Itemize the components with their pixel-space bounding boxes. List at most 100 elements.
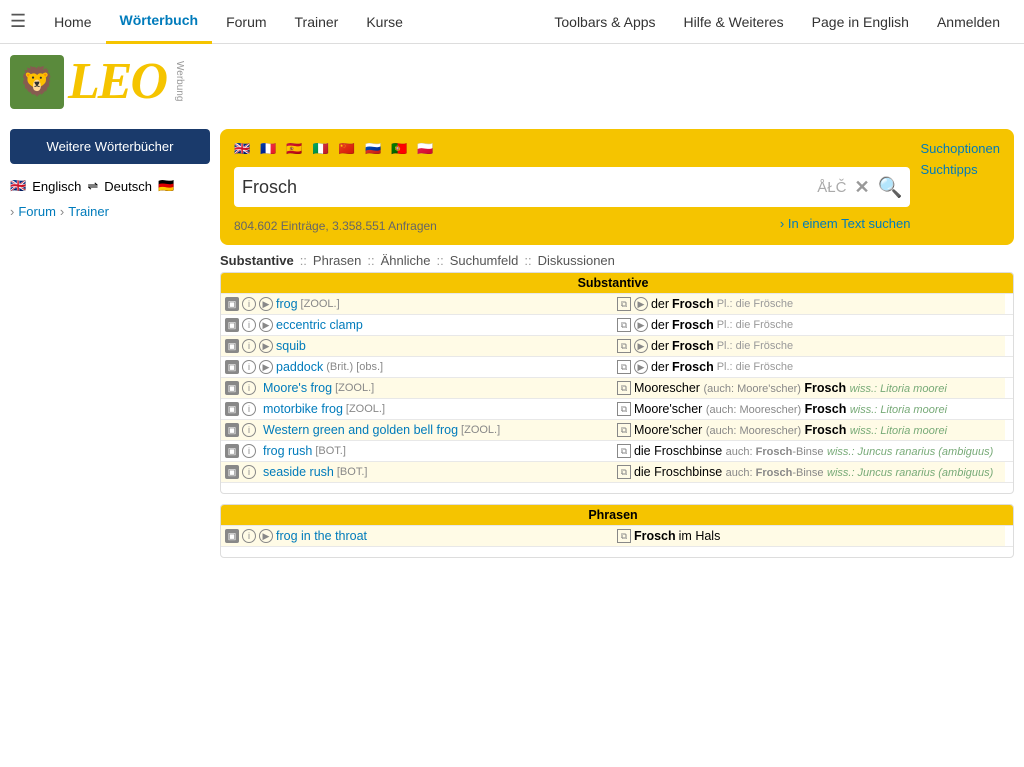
info-icon[interactable]: i bbox=[242, 444, 256, 458]
search-input[interactable] bbox=[242, 177, 809, 198]
save-icon[interactable]: ▣ bbox=[225, 423, 239, 437]
de-text: Moore'scher (auch: Moorescher) Frosch wi… bbox=[634, 423, 947, 437]
nav-forum[interactable]: Forum bbox=[212, 0, 280, 44]
play-de-icon[interactable]: ▶ bbox=[634, 318, 648, 332]
play-icon[interactable]: ▶ bbox=[259, 339, 273, 353]
copy-icon[interactable]: ⧉ bbox=[617, 381, 631, 395]
copy-icon[interactable]: ⧉ bbox=[617, 465, 631, 479]
en-term[interactable]: frog in the throat bbox=[276, 529, 367, 543]
nav-kurse[interactable]: Kurse bbox=[352, 0, 417, 44]
flag-pt-btn[interactable]: 🇵🇹 bbox=[391, 141, 407, 157]
en-term[interactable]: frog bbox=[276, 297, 298, 311]
de-term: Frosch bbox=[672, 297, 714, 311]
info-icon[interactable]: i bbox=[242, 360, 256, 374]
copy-icon[interactable]: ⧉ bbox=[617, 402, 631, 416]
play-de-icon[interactable]: ▶ bbox=[634, 339, 648, 353]
de-article: der bbox=[651, 360, 669, 374]
info-icon[interactable]: i bbox=[242, 423, 256, 437]
copy-icon[interactable]: ⧉ bbox=[617, 444, 631, 458]
play-de-icon[interactable]: ▶ bbox=[634, 360, 648, 374]
weitere-worterbuecher-button[interactable]: Weitere Wörterbücher bbox=[10, 129, 210, 164]
tag-bot: [BOT.] bbox=[315, 445, 346, 457]
play-icon[interactable]: ▶ bbox=[259, 529, 273, 543]
sidebar-forum-link[interactable]: Forum bbox=[18, 204, 56, 219]
copy-icon[interactable]: ⧉ bbox=[617, 360, 631, 374]
results-tabs: Substantive :: Phrasen :: Ähnliche :: Su… bbox=[220, 245, 1014, 272]
info-icon[interactable]: i bbox=[242, 465, 256, 479]
flag-cn-btn[interactable]: 🇨🇳 bbox=[339, 141, 355, 157]
nav-hilfe[interactable]: Hilfe & Weiteres bbox=[670, 0, 798, 44]
flag-fr-btn[interactable]: 🇫🇷 bbox=[260, 141, 276, 157]
play-de-icon[interactable]: ▶ bbox=[634, 297, 648, 311]
save-icon[interactable]: ▣ bbox=[225, 339, 239, 353]
de-term: Frosch bbox=[672, 339, 714, 353]
nav-toolbars[interactable]: Toolbars & Apps bbox=[540, 0, 669, 44]
info-icon[interactable]: i bbox=[242, 529, 256, 543]
table-row: ▣ i motorbike frog [ZOOL.] ⧉ Moore'scher… bbox=[221, 399, 1013, 420]
copy-icon[interactable]: ⧉ bbox=[617, 339, 631, 353]
copy-icon[interactable]: ⧉ bbox=[617, 297, 631, 311]
save-icon[interactable]: ▣ bbox=[225, 360, 239, 374]
en-term[interactable]: paddock bbox=[276, 360, 323, 374]
save-icon[interactable]: ▣ bbox=[225, 402, 239, 416]
tab-phrasen[interactable]: Phrasen bbox=[313, 253, 361, 268]
en-term[interactable]: Western green and golden bell frog bbox=[263, 423, 458, 437]
nav-english[interactable]: Page in English bbox=[798, 0, 923, 44]
sidebar-links: › Forum › Trainer bbox=[10, 198, 210, 225]
save-icon[interactable]: ▣ bbox=[225, 381, 239, 395]
en-term[interactable]: seaside rush bbox=[263, 465, 334, 479]
en-term[interactable]: frog rush bbox=[263, 444, 312, 458]
search-stats: 804.602 Einträge, 3.358.551 Anfragen bbox=[234, 219, 437, 233]
substantive-section: Substantive ▣ i ▶ frog [ZOOL.] bbox=[220, 272, 1014, 494]
hamburger-icon[interactable]: ☰ bbox=[10, 11, 26, 32]
info-icon[interactable]: i bbox=[242, 297, 256, 311]
sidebar-trainer-link[interactable]: Trainer bbox=[68, 204, 109, 219]
en-term[interactable]: motorbike frog bbox=[263, 402, 343, 416]
copy-icon[interactable]: ⧉ bbox=[617, 529, 631, 543]
flag-row: 🇬🇧 🇫🇷 🇪🇸 🇮🇹 🇨🇳 🇷🇺 🇵🇹 🇵🇱 bbox=[234, 141, 910, 157]
special-chars-button[interactable]: ÅŁČ bbox=[817, 179, 846, 196]
search-bottom-row: 804.602 Einträge, 3.358.551 Anfragen › I… bbox=[234, 213, 910, 233]
save-icon[interactable]: ▣ bbox=[225, 318, 239, 332]
copy-icon[interactable]: ⧉ bbox=[617, 318, 631, 332]
en-term[interactable]: Moore's frog bbox=[263, 381, 332, 395]
save-icon[interactable]: ▣ bbox=[225, 297, 239, 311]
save-icon[interactable]: ▣ bbox=[225, 529, 239, 543]
pl-text: Pl.: die Frösche bbox=[717, 298, 793, 310]
de-article: der bbox=[651, 297, 669, 311]
nav-anmelden[interactable]: Anmelden bbox=[923, 0, 1014, 44]
clear-button[interactable]: ✕ bbox=[854, 177, 869, 198]
save-icon[interactable]: ▣ bbox=[225, 465, 239, 479]
tag-zool: [ZOOL.] bbox=[335, 382, 374, 394]
nav-worterbuch[interactable]: Wörterbuch bbox=[106, 0, 213, 44]
info-icon[interactable]: i bbox=[242, 339, 256, 353]
play-icon[interactable]: ▶ bbox=[259, 297, 273, 311]
play-icon[interactable]: ▶ bbox=[259, 360, 273, 374]
suchtipps-link[interactable]: Suchtipps bbox=[920, 162, 1000, 177]
phrasen-header: Phrasen bbox=[221, 505, 1005, 526]
en-term[interactable]: squib bbox=[276, 339, 306, 353]
nav-home[interactable]: Home bbox=[40, 0, 105, 44]
en-term[interactable]: eccentric clamp bbox=[276, 318, 363, 332]
flag-ru-btn[interactable]: 🇷🇺 bbox=[365, 141, 381, 157]
play-icon[interactable]: ▶ bbox=[259, 318, 273, 332]
nav-trainer[interactable]: Trainer bbox=[281, 0, 353, 44]
flag-es-btn[interactable]: 🇪🇸 bbox=[286, 141, 302, 157]
info-icon[interactable]: i bbox=[242, 318, 256, 332]
save-icon[interactable]: ▣ bbox=[225, 444, 239, 458]
info-icon[interactable]: i bbox=[242, 402, 256, 416]
flag-pl-btn[interactable]: 🇵🇱 bbox=[417, 141, 433, 157]
search-main: 🇬🇧 🇫🇷 🇪🇸 🇮🇹 🇨🇳 🇷🇺 🇵🇹 🇵🇱 ÅŁČ ✕ bbox=[234, 141, 910, 233]
flag-it-btn[interactable]: 🇮🇹 bbox=[313, 141, 329, 157]
info-icon[interactable]: i bbox=[242, 381, 256, 395]
tab-suchumfeld[interactable]: Suchumfeld bbox=[450, 253, 519, 268]
copy-icon[interactable]: ⧉ bbox=[617, 423, 631, 437]
tab-diskussionen[interactable]: Diskussionen bbox=[538, 253, 615, 268]
suchoptionen-link[interactable]: Suchoptionen bbox=[920, 141, 1000, 156]
tab-substantive[interactable]: Substantive bbox=[220, 253, 294, 268]
tab-ahnliche[interactable]: Ähnliche bbox=[381, 253, 431, 268]
search-go-button[interactable]: 🔍 bbox=[878, 175, 903, 200]
swap-icon[interactable]: ⇌ bbox=[87, 178, 98, 194]
in-text-search-link[interactable]: › In einem Text suchen bbox=[780, 216, 911, 231]
flag-en-btn[interactable]: 🇬🇧 bbox=[234, 141, 250, 157]
